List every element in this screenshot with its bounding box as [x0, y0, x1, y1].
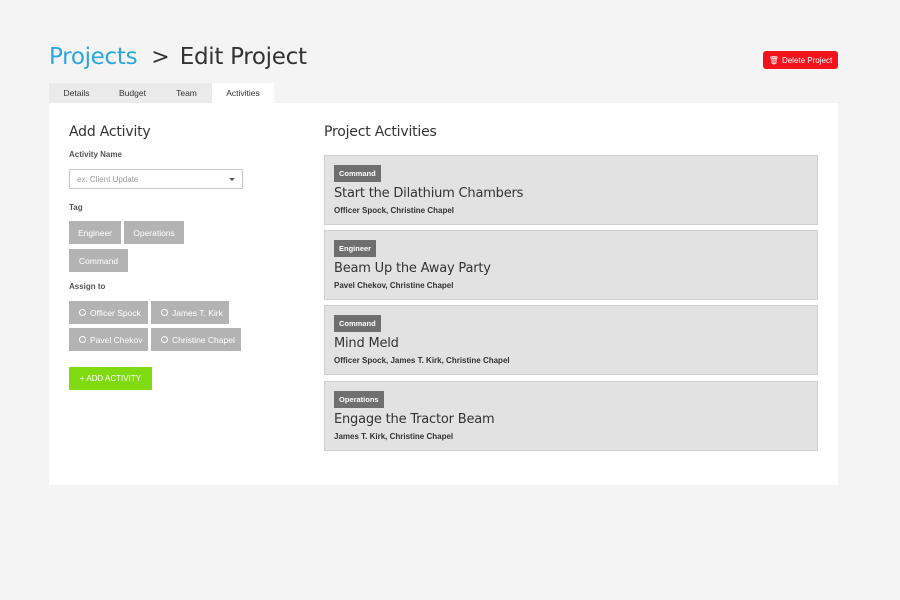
- assignee-label: James T. Kirk: [172, 307, 223, 318]
- radio-icon: [79, 336, 86, 343]
- assign-to-label: Assign to: [69, 282, 106, 291]
- activity-title: Beam Up the Away Party: [334, 261, 491, 276]
- activity-tag-badge: Command: [334, 315, 381, 332]
- activity-assignees: Officer Spock, James T. Kirk, Christine …: [334, 356, 510, 365]
- activity-name-placeholder: ex. Client Update: [77, 174, 139, 184]
- tab-activities[interactable]: Activities: [212, 83, 274, 103]
- project-activities-title: Project Activities: [324, 124, 437, 140]
- tab-team[interactable]: Team: [161, 83, 212, 103]
- tab-details[interactable]: Details: [49, 83, 104, 103]
- activity-card[interactable]: Command Start the Dilathium Chambers Off…: [324, 155, 818, 225]
- radio-icon: [161, 336, 168, 343]
- tab-budget[interactable]: Budget: [104, 83, 161, 103]
- activity-assignees: James T. Kirk, Christine Chapel: [334, 432, 454, 441]
- delete-project-label: Delete Project: [781, 55, 833, 65]
- trash-icon: 🗑: [768, 55, 779, 65]
- activity-name-select[interactable]: ex. Client Update: [69, 169, 243, 189]
- breadcrumb-separator: >: [151, 45, 170, 70]
- add-activity-title: Add Activity: [69, 124, 151, 140]
- chevron-down-icon: [229, 177, 235, 181]
- tag-label: Tag: [69, 203, 83, 212]
- tag-option-operations[interactable]: Operations: [124, 221, 184, 244]
- tag-option-command[interactable]: Command: [69, 249, 128, 272]
- activity-tag-badge: Engineer: [334, 240, 377, 257]
- tag-option-engineer[interactable]: Engineer: [69, 221, 121, 244]
- activity-title: Start the Dilathium Chambers: [334, 186, 524, 201]
- assignee-label: Pavel Chekov: [90, 334, 143, 345]
- radio-icon: [161, 309, 168, 316]
- page-title: Edit Project: [179, 44, 307, 70]
- assignee-christine-chapel[interactable]: Christine Chapel: [151, 328, 241, 351]
- assignee-pavel-chekov[interactable]: Pavel Chekov: [69, 328, 148, 351]
- assignee-label: Officer Spock: [90, 307, 141, 318]
- tab-bar: Details Budget Team Activities: [49, 83, 274, 103]
- activity-title: Mind Meld: [334, 336, 399, 351]
- activity-card[interactable]: Engineer Beam Up the Away Party Pavel Ch…: [324, 230, 818, 300]
- assignee-label: Christine Chapel: [172, 334, 235, 345]
- assignee-james-kirk[interactable]: James T. Kirk: [151, 301, 229, 324]
- radio-icon: [79, 309, 86, 316]
- breadcrumb-projects-link[interactable]: Projects: [49, 44, 138, 70]
- content-panel: Add Activity Activity Name ex. Client Up…: [49, 103, 838, 485]
- assignee-officer-spock[interactable]: Officer Spock: [69, 301, 148, 324]
- activity-assignees: Pavel Chekov, Christine Chapel: [334, 281, 454, 290]
- activity-name-label: Activity Name: [69, 150, 122, 159]
- activity-card[interactable]: Operations Engage the Tractor Beam James…: [324, 381, 818, 451]
- activity-tag-badge: Operations: [334, 391, 384, 408]
- activity-title: Engage the Tractor Beam: [334, 412, 495, 427]
- activity-assignees: Officer Spock, Christine Chapel: [334, 206, 455, 215]
- add-activity-button[interactable]: + ADD ACTIVITY: [69, 367, 152, 390]
- page-header: Projects > Edit Project: [49, 44, 307, 70]
- activity-card[interactable]: Command Mind Meld Officer Spock, James T…: [324, 305, 818, 375]
- activity-tag-badge: Command: [334, 165, 381, 182]
- delete-project-button[interactable]: 🗑 Delete Project: [763, 51, 838, 69]
